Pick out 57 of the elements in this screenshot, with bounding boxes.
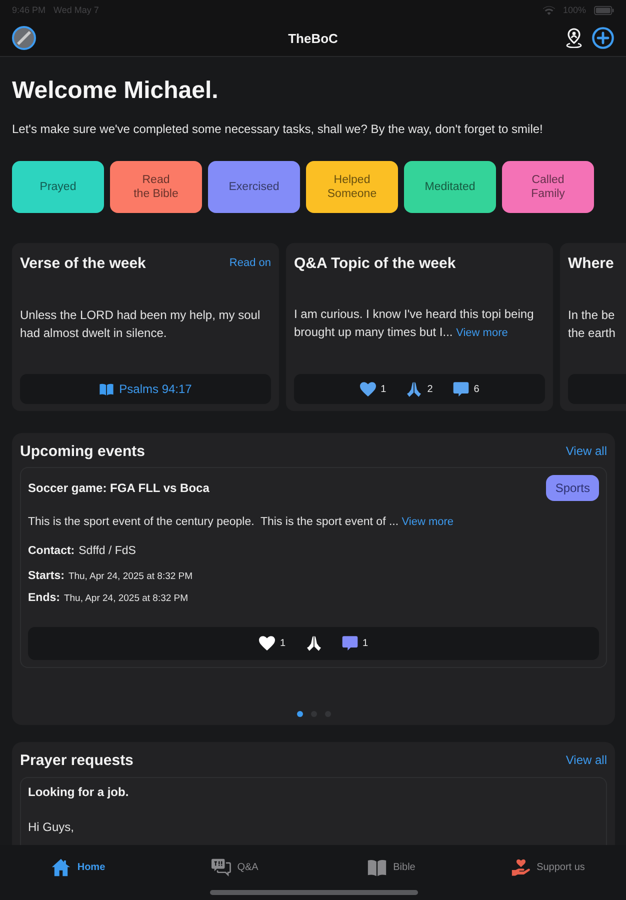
house-icon	[51, 858, 72, 876]
card-title: Q&A Topic of the week	[294, 254, 456, 272]
event-title: Soccer game: FGA FLL vs Boca	[28, 481, 210, 495]
avatar[interactable]	[12, 26, 36, 50]
end-date-value: Thu, Apr 24, 2025 at 8:32 PM	[64, 592, 188, 606]
hand-heart-icon	[510, 858, 531, 876]
view-more-link[interactable]: View more	[456, 327, 508, 339]
prayer-card[interactable]: Looking for a job. Hi Guys,	[20, 777, 607, 845]
card-title: Verse of the week	[20, 254, 146, 272]
tab[interactable]: Q&A	[211, 845, 258, 889]
tab[interactable]: Support us	[510, 845, 585, 889]
book-icon	[99, 382, 114, 396]
chat-bubbles-icon	[211, 858, 232, 876]
event-card[interactable]	[20, 467, 607, 668]
event-description: This is the sport event of the century people. This is the sport event of ... View more	[28, 515, 454, 530]
start-date-value: Thu, Apr 24, 2025 at 8:32 PM	[68, 570, 193, 584]
reaction-button[interactable]: 2	[406, 382, 433, 396]
field-label: Ends:	[28, 591, 60, 606]
reaction-button[interactable]: 1	[258, 636, 286, 651]
verse-text: Unless the LORD had been my help, my soul had almost dwelt in silence.	[20, 306, 262, 342]
section-title: Upcoming events	[20, 442, 146, 460]
card-title: Where	[568, 254, 614, 272]
read-on-link[interactable]: Read on	[229, 257, 271, 269]
book-icon	[367, 858, 388, 876]
view-all-link[interactable]: View all	[566, 444, 607, 458]
prayer-title: Looking for a job.	[28, 785, 129, 800]
category-tag: Sports	[546, 475, 599, 501]
praying-hands-icon[interactable]	[306, 636, 322, 651]
verse-reference-button[interactable]: Psalms 94:17	[20, 374, 271, 404]
reaction-button[interactable]: 1	[360, 382, 386, 396]
task-button[interactable]: Read the Bible	[110, 161, 202, 213]
task-button[interactable]: Called Family	[502, 161, 594, 213]
task-button[interactable]: Meditated	[404, 161, 496, 213]
page-dot[interactable]	[296, 711, 302, 717]
reaction-button[interactable]: 1	[342, 636, 368, 651]
tab[interactable]: Home	[51, 845, 106, 889]
task-button[interactable]: Helped Someone	[306, 161, 398, 213]
task-button[interactable]: Exercised	[208, 161, 300, 213]
view-all-link[interactable]: View all	[566, 753, 607, 767]
field-label: Starts:	[28, 569, 64, 584]
task-button[interactable]: Prayed	[12, 161, 104, 213]
welcome-text: Let's make sure we've completed some necessary tasks, shall we? By the way, don't forget to smile!	[12, 122, 543, 137]
contact-value: Sdffd / FdS	[78, 544, 136, 559]
field-label: Contact:	[28, 544, 75, 559]
tab[interactable]: Bible	[367, 845, 416, 889]
app-title: TheBoC	[288, 30, 338, 46]
battery-icon	[594, 6, 614, 14]
view-more-link[interactable]: View more	[402, 516, 454, 528]
card-text: In the be the earth	[568, 306, 616, 342]
wifi-icon	[542, 6, 555, 14]
topic-text: I am curious. I know I've heard this topi being brought up many times but I... View more	[294, 306, 535, 341]
location-pin-icon[interactable]	[566, 28, 582, 48]
prayer-text: Hi Guys,	[28, 820, 74, 835]
reaction-button[interactable]: 6	[452, 382, 480, 396]
welcome-heading: Welcome Michael.	[12, 76, 218, 105]
add-icon[interactable]	[592, 27, 614, 49]
section-title: Prayer requests	[20, 752, 134, 768]
